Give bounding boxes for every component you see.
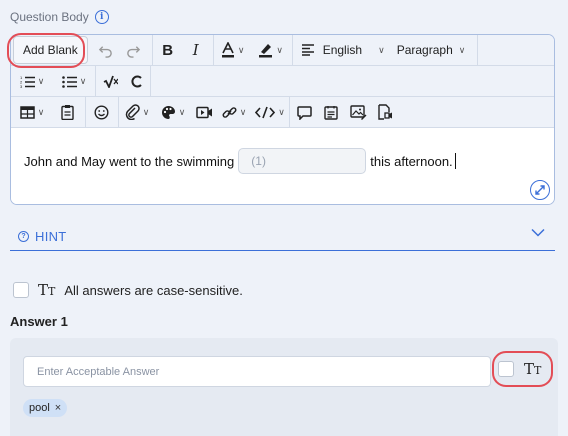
- text-color-icon[interactable]: ∨: [214, 35, 252, 66]
- blank-field[interactable]: (1): [238, 148, 367, 174]
- paste-icon[interactable]: [53, 97, 81, 128]
- case-sensitive-checkbox[interactable]: [13, 282, 29, 298]
- hint-question-icon: ?: [18, 230, 29, 242]
- chevron-down-icon: ∨: [37, 75, 45, 86]
- chevron-down-icon[interactable]: [531, 228, 545, 237]
- undo-icon[interactable]: [92, 35, 120, 66]
- expand-icon[interactable]: [530, 180, 550, 200]
- question-body-label: Question Body i: [10, 10, 109, 24]
- chevron-down-icon: ∨: [79, 75, 87, 86]
- toolbar-divider: [476, 35, 478, 66]
- language-select[interactable]: English ∨: [323, 35, 393, 66]
- answer-title: Answer 1: [10, 314, 68, 329]
- sentence-text-before: John and May went to the swimming: [24, 153, 235, 169]
- document-audio-icon[interactable]: [372, 97, 398, 128]
- chevron-down-icon: ∨: [239, 106, 247, 117]
- question-body-title: Question Body: [10, 10, 89, 24]
- toolbar-row-3: ∨ ∨ ∨ ∨ ∨: [11, 96, 554, 128]
- case-sensitive-label: All answers are case-sensitive.: [64, 282, 243, 298]
- align-left-icon[interactable]: [293, 35, 323, 66]
- chevron-down-icon: ∨: [276, 44, 283, 55]
- text-case-icon: TT: [38, 281, 56, 299]
- remove-chip-icon[interactable]: ×: [55, 402, 61, 414]
- toolbar-row-2: 123 ∨ ∨: [11, 65, 554, 97]
- chevron-down-icon: ∨: [237, 44, 245, 55]
- answer-case-toggle: TT: [498, 360, 541, 378]
- video-icon[interactable]: [191, 97, 217, 128]
- form-icon[interactable]: [318, 97, 344, 128]
- rich-text-editor: Add Blank B I ∨ ∨ English ∨ Paragraph ∨: [10, 34, 555, 205]
- redo-icon[interactable]: [120, 35, 148, 66]
- chemistry-icon[interactable]: [124, 66, 150, 97]
- hint-label: HINT: [35, 228, 67, 244]
- hint-section-header[interactable]: ? HINT: [10, 222, 555, 251]
- svg-text:3: 3: [20, 84, 23, 88]
- chevron-down-icon: ∨: [458, 44, 466, 55]
- emoji-icon[interactable]: [86, 97, 116, 128]
- highlight-color-icon[interactable]: ∨: [252, 35, 290, 66]
- comment-icon[interactable]: [290, 97, 318, 128]
- acceptable-answer-input[interactable]: Enter Acceptable Answer: [23, 356, 491, 387]
- language-select-value: English: [322, 43, 363, 57]
- block-format-select[interactable]: Paragraph ∨: [397, 35, 477, 66]
- question-sentence: John and May went to the swimming (1) th…: [24, 148, 456, 174]
- chevron-down-icon: ∨: [378, 44, 385, 55]
- sentence-text-after: this afternoon.: [370, 153, 453, 169]
- editor-content[interactable]: John and May went to the swimming (1) th…: [11, 128, 554, 204]
- italic-icon[interactable]: I: [183, 35, 209, 66]
- chevron-down-icon: ∨: [278, 106, 285, 117]
- math-formula-icon[interactable]: [96, 66, 124, 97]
- bullet-list-icon[interactable]: ∨: [53, 66, 95, 97]
- toolbar-divider: [150, 65, 151, 97]
- text-caret: [454, 153, 456, 169]
- image-edit-icon[interactable]: [344, 97, 372, 128]
- chevron-down-icon: ∨: [142, 106, 150, 117]
- code-icon[interactable]: ∨: [251, 97, 289, 128]
- answer-card: Enter Acceptable Answer TT pool ×: [10, 338, 558, 436]
- answer-chip: pool ×: [23, 399, 68, 417]
- case-sensitive-row: TT All answers are case-sensitive.: [13, 281, 243, 299]
- chevron-down-icon: ∨: [178, 106, 186, 117]
- toolbar-row-1: Add Blank B I ∨ ∨ English ∨ Paragraph ∨: [11, 35, 554, 66]
- text-case-icon: TT: [524, 360, 542, 378]
- palette-icon[interactable]: ∨: [155, 97, 191, 128]
- table-icon[interactable]: ∨: [11, 97, 53, 128]
- bold-icon[interactable]: B: [153, 35, 183, 66]
- link-icon[interactable]: ∨: [217, 97, 251, 128]
- answer-case-checkbox[interactable]: [498, 361, 514, 377]
- attachment-icon[interactable]: ∨: [119, 97, 155, 128]
- chevron-down-icon: ∨: [37, 106, 45, 117]
- block-format-value: Paragraph: [396, 43, 453, 57]
- add-blank-button[interactable]: Add Blank: [13, 36, 88, 64]
- numbered-list-icon[interactable]: 123 ∨: [11, 66, 53, 97]
- answer-chip-label: pool: [29, 402, 50, 414]
- info-icon[interactable]: i: [94, 10, 109, 24]
